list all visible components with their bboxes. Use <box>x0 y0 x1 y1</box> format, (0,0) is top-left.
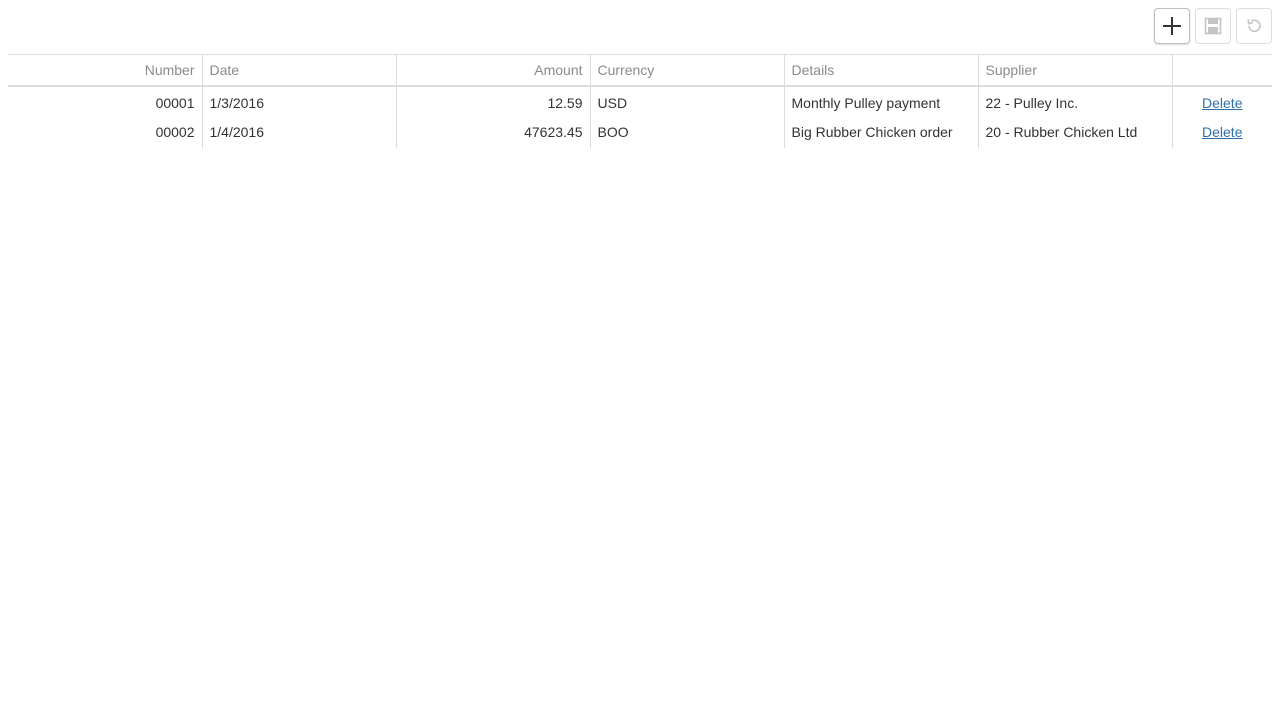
column-header-details[interactable]: Details <box>783 54 978 87</box>
column-header-currency[interactable]: Currency <box>589 54 784 87</box>
column-header-date[interactable]: Date <box>201 54 396 87</box>
cell-supplier[interactable]: 22 - Pulley Inc. <box>977 85 1172 117</box>
column-header-number[interactable]: Number <box>8 54 202 87</box>
cell-currency[interactable]: USD <box>589 85 784 117</box>
cell-date[interactable]: 1/3/2016 <box>201 85 396 117</box>
cell-supplier[interactable]: 20 - Rubber Chicken Ltd <box>977 116 1172 148</box>
save-icon <box>1204 17 1222 35</box>
cell-number[interactable]: 00001 <box>8 86 202 117</box>
add-row-button[interactable] <box>1154 8 1190 44</box>
delete-row-link[interactable]: Delete <box>1202 124 1242 140</box>
save-changes-button[interactable] <box>1195 8 1231 44</box>
cell-actions: Delete <box>1171 116 1272 148</box>
cell-details[interactable]: Monthly Pulley payment <box>783 85 978 117</box>
cancel-changes-button[interactable] <box>1236 8 1272 44</box>
plus-icon <box>1163 17 1181 35</box>
column-header-actions <box>1171 54 1272 87</box>
column-header-amount[interactable]: Amount <box>395 54 590 87</box>
undo-icon <box>1247 19 1261 33</box>
cell-currency[interactable]: BOO <box>589 116 784 148</box>
grid-toolbar <box>1154 8 1272 44</box>
grid-table: Number Date Amount Currency Details Supp… <box>8 54 1272 148</box>
cell-amount[interactable]: 12.59 <box>395 85 590 117</box>
cell-date[interactable]: 1/4/2016 <box>201 116 396 148</box>
cell-number[interactable]: 00002 <box>8 117 202 148</box>
cell-actions: Delete <box>1171 85 1272 117</box>
column-header-supplier[interactable]: Supplier <box>977 54 1172 87</box>
table-row: 00002 1/4/2016 47623.45 BOO Big Rubber C… <box>8 116 1272 148</box>
data-grid: Number Date Amount Currency Details Supp… <box>8 54 1272 148</box>
cell-amount[interactable]: 47623.45 <box>395 116 590 148</box>
table-row: 00001 1/3/2016 12.59 USD Monthly Pulley … <box>8 85 1272 117</box>
delete-row-link[interactable]: Delete <box>1202 95 1242 111</box>
grid-header-row: Number Date Amount Currency Details Supp… <box>8 54 1272 87</box>
cell-details[interactable]: Big Rubber Chicken order <box>783 116 978 148</box>
